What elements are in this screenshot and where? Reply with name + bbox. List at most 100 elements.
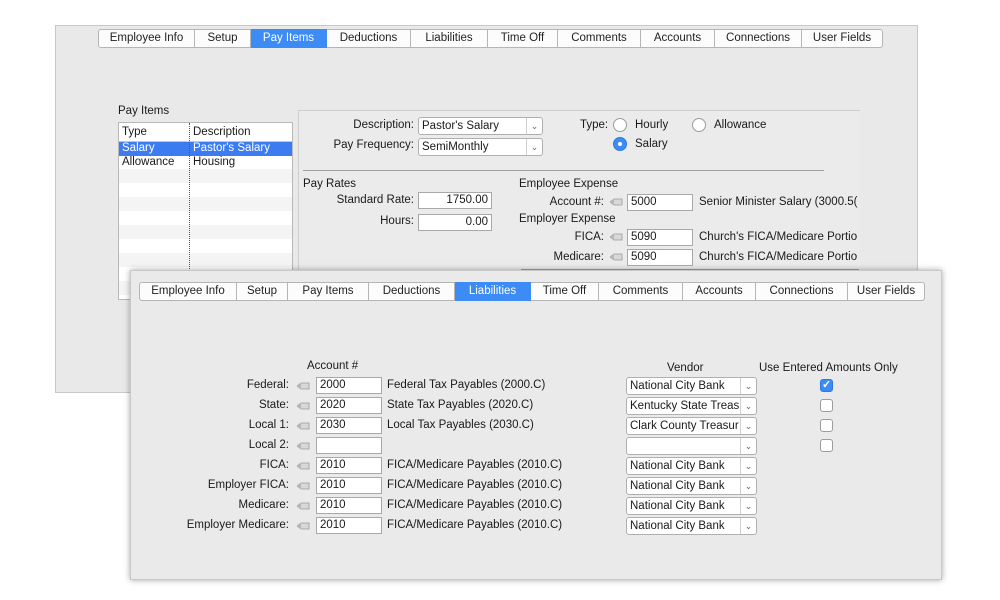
chevron-down-icon: ⌄ [740, 498, 756, 514]
fica-label: FICA: [259, 459, 289, 471]
pay-frequency-label: Pay Frequency: [333, 139, 414, 151]
tab-connections[interactable]: Connections [715, 29, 802, 48]
medicare-account-field[interactable]: 5090 [627, 249, 693, 266]
local2-use-entered-checkbox[interactable] [820, 439, 833, 452]
chevron-down-icon: ⌄ [740, 518, 756, 534]
account-label: Account #: [549, 196, 604, 208]
local1-use-entered-checkbox[interactable] [820, 419, 833, 432]
tab-deductions[interactable]: Deductions [327, 29, 411, 48]
fica-label: FICA: [574, 231, 604, 243]
state-vendor-select[interactable]: Kentucky State Treas ⌄ [626, 397, 757, 415]
employer-fica-account-field[interactable]: 2010 [316, 477, 382, 494]
state-account-field[interactable]: 2020 [316, 397, 382, 414]
tab-liabilities[interactable]: Liabilities [411, 29, 488, 48]
chevron-down-icon: ⌄ [740, 438, 756, 454]
employer-fica-label: Employer FICA: [207, 479, 289, 491]
list-header-type[interactable]: Type [122, 126, 147, 138]
chevron-down-icon: ⌄ [526, 139, 542, 155]
tab-pay-items[interactable]: Pay Items [251, 29, 327, 48]
employer-fica-vendor-select[interactable]: National City Bank ⌄ [626, 477, 757, 495]
pencil-lookup-icon[interactable] [297, 442, 310, 450]
account-field[interactable]: 5000 [627, 194, 693, 211]
employer-medicare-label: Employer Medicare: [186, 519, 289, 531]
medicare-account-field[interactable]: 2010 [316, 497, 382, 514]
pencil-lookup-icon[interactable] [610, 233, 623, 241]
list-header-description[interactable]: Description [193, 126, 251, 138]
list-header: Type Description [119, 123, 292, 142]
tab-setup[interactable]: Setup [195, 29, 251, 48]
hours-field[interactable]: 0.00 [418, 214, 492, 231]
standard-rate-field[interactable]: 1750.00 [418, 192, 492, 209]
hourly-label: Hourly [635, 119, 669, 131]
tab-accounts[interactable]: Accounts [683, 282, 756, 301]
pencil-lookup-icon[interactable] [297, 422, 310, 430]
tab-accounts[interactable]: Accounts [641, 29, 715, 48]
pencil-lookup-icon[interactable] [297, 522, 310, 530]
tab-comments[interactable]: Comments [599, 282, 683, 301]
local2-account-field[interactable] [316, 437, 382, 454]
employer-medicare-vendor-select[interactable]: National City Bank ⌄ [626, 517, 757, 535]
medicare-description: Church's FICA/Medicare Portio [699, 251, 858, 263]
hourly-radio[interactable] [613, 118, 627, 132]
list-item[interactable]: Salary Pastor's Salary [119, 142, 292, 156]
description-label: Description: [353, 119, 414, 131]
pencil-lookup-icon[interactable] [297, 502, 310, 510]
local1-account-field[interactable]: 2030 [316, 417, 382, 434]
tab-setup[interactable]: Setup [237, 282, 288, 301]
pencil-lookup-icon[interactable] [297, 382, 310, 390]
tab-time-off[interactable]: Time Off [488, 29, 558, 48]
salary-label: Salary [635, 138, 668, 150]
fica-account-field[interactable]: 5090 [627, 229, 693, 246]
local2-vendor-select[interactable]: ⌄ [626, 437, 757, 455]
local2-label: Local 2: [248, 439, 289, 451]
tab-deductions[interactable]: Deductions [369, 282, 455, 301]
tab-time-off[interactable]: Time Off [531, 282, 599, 301]
tab-liabilities[interactable]: Liabilities [455, 282, 531, 301]
standard-rate-label: Standard Rate: [336, 194, 414, 206]
fica-account-field[interactable]: 2010 [316, 457, 382, 474]
tab-employee-info[interactable]: Employee Info [98, 29, 195, 48]
tab-comments[interactable]: Comments [558, 29, 641, 48]
medicare-vendor-select[interactable]: National City Bank ⌄ [626, 497, 757, 515]
local1-vendor-select[interactable]: Clark County Treasur ⌄ [626, 417, 757, 435]
employer-medicare-account-description: FICA/Medicare Payables (2010.C) [387, 519, 563, 531]
fica-vendor-select[interactable]: National City Bank ⌄ [626, 457, 757, 475]
list-item[interactable]: Allowance Housing [119, 156, 292, 170]
use-entered-amounts-header: Use Entered Amounts Only [759, 362, 898, 374]
local1-account-description: Local Tax Payables (2030.C) [387, 419, 534, 431]
tab-connections[interactable]: Connections [756, 282, 848, 301]
vendor-header: Vendor [667, 362, 704, 374]
allowance-label: Allowance [714, 119, 767, 131]
list-item-description: Housing [193, 156, 236, 168]
description-value: Pastor's Salary [422, 120, 499, 132]
state-use-entered-checkbox[interactable] [820, 399, 833, 412]
pencil-lookup-icon[interactable] [297, 402, 310, 410]
federal-label: Federal: [246, 379, 289, 391]
pay-rates-title: Pay Rates [303, 178, 357, 190]
tab-user-fields[interactable]: User Fields [848, 282, 925, 301]
pencil-lookup-icon[interactable] [297, 482, 310, 490]
salary-radio[interactable] [613, 137, 627, 151]
description-select[interactable]: Pastor's Salary ⌄ [418, 117, 543, 135]
tab-user-fields[interactable]: User Fields [802, 29, 883, 48]
federal-vendor-select[interactable]: National City Bank ⌄ [626, 377, 757, 395]
federal-vendor-value: National City Bank [630, 380, 725, 392]
tab-pay-items[interactable]: Pay Items [288, 282, 369, 301]
tab-employee-info[interactable]: Employee Info [139, 282, 237, 301]
employer-medicare-account-field[interactable]: 2010 [316, 517, 382, 534]
pencil-lookup-icon[interactable] [297, 462, 310, 470]
local1-vendor-value: Clark County Treasur [630, 420, 739, 432]
type-label: Type: [580, 119, 609, 131]
allowance-radio[interactable] [692, 118, 706, 132]
pay-frequency-value: SemiMonthly [422, 141, 489, 153]
pay-frequency-select[interactable]: SemiMonthly ⌄ [418, 138, 543, 156]
pencil-lookup-icon[interactable] [610, 253, 623, 261]
front-tab-bar: Employee Info Setup Pay Items Deductions… [139, 282, 925, 301]
federal-use-entered-checkbox[interactable] [820, 378, 833, 392]
fica-description: Church's FICA/Medicare Portio [699, 231, 858, 243]
fica-vendor-value: National City Bank [630, 460, 725, 472]
pencil-lookup-icon[interactable] [610, 198, 623, 206]
list-stripe [119, 169, 292, 183]
federal-account-field[interactable]: 2000 [316, 377, 382, 394]
federal-account-description: Federal Tax Payables (2000.C) [387, 379, 546, 391]
